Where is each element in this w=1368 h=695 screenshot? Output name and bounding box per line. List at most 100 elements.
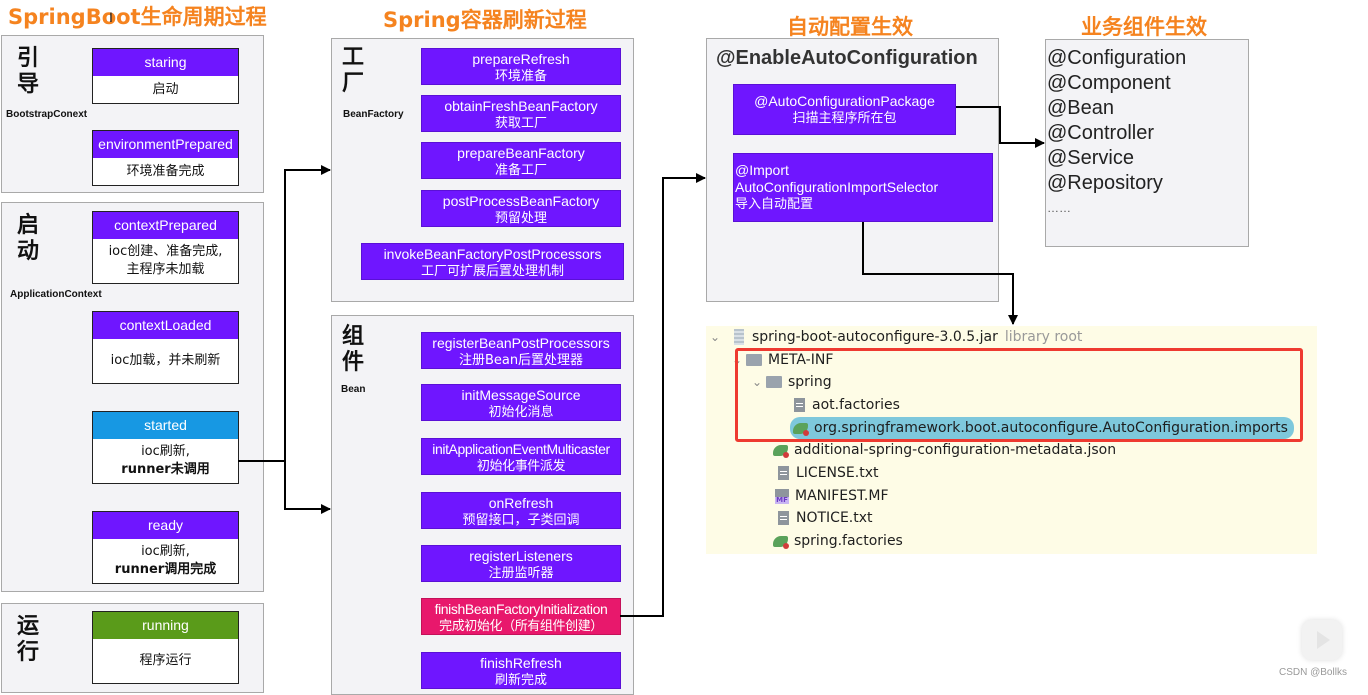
stage-desc: 程序运行 — [93, 639, 238, 683]
desc-line: 环境准备完成 — [126, 163, 205, 179]
step-method: onRefresh — [488, 495, 554, 511]
file-icon — [778, 511, 789, 525]
desc-line: ioc创建、准备完成, — [108, 244, 223, 259]
step-method: initMessageSource — [461, 387, 581, 403]
label-char: 导 — [17, 72, 40, 97]
step-method: invokeBeanFactoryPostProcessors — [383, 246, 602, 262]
factory-panel: 工 厂 BeanFactory prepareRefresh 环境准备 obta… — [331, 38, 634, 302]
bean-panel: 组 件 Bean registerBeanPostProcessors 注册Be… — [331, 315, 634, 695]
tree-item-name: NOTICE.txt — [796, 510, 873, 526]
import-selector-class: AutoConfigurationImportSelector — [735, 179, 939, 195]
chevron-down-icon[interactable]: ⌄ — [710, 326, 724, 348]
step-finish-refresh[interactable]: finishRefresh 刷新完成 — [421, 652, 621, 689]
step-desc: 环境准备 — [494, 69, 547, 84]
step-method: finishBeanFactoryInitialization — [434, 601, 608, 617]
step-method: obtainFreshBeanFactory — [444, 98, 598, 114]
label-char: 组 — [342, 324, 365, 349]
import-desc: 导入自动配置 — [735, 197, 814, 212]
annotation-list: @Configuration @Component @Bean @Control… — [1047, 46, 1186, 221]
stage-desc: ioc创建、准备完成, 主程序未加载 — [93, 239, 238, 283]
stage-started[interactable]: started ioc刷新, runner未调用 — [92, 411, 239, 484]
tree-item-name: additional-spring-configuration-metadata… — [794, 442, 1117, 458]
desc-line: runner调用完成 — [114, 562, 217, 577]
step-desc: 注册Bean后置处理器 — [458, 353, 584, 368]
bean-label: Bean — [341, 384, 366, 395]
stage-desc: ioc刷新, runner调用完成 — [93, 539, 238, 583]
autoconfig-title: 自动配置生效 — [787, 15, 913, 39]
label-char: 厂 — [342, 71, 365, 96]
step-finish-bean-factory-initialization[interactable]: finishBeanFactoryInitialization 完成初始化（所有… — [421, 598, 621, 635]
manifest-icon: MF — [775, 488, 789, 504]
step-desc: 刷新完成 — [494, 673, 547, 688]
tree-item-name: spring.factories — [794, 533, 903, 549]
bean-factory-label: BeanFactory — [343, 109, 404, 120]
enable-auto-configuration-header: @EnableAutoConfiguration — [716, 47, 978, 69]
running-panel: 运 行 running 程序运行 — [1, 603, 264, 693]
step-post-process-bean-factory[interactable]: postProcessBeanFactory 预留处理 — [421, 190, 621, 227]
step-method: registerListeners — [469, 548, 573, 564]
annotation-item: @Service — [1047, 147, 1134, 169]
annotation-item: @Repository — [1047, 172, 1163, 194]
spring-icon — [773, 535, 789, 549]
tree-root[interactable]: ⌄ spring-boot-autoconfigure-3.0.5.jar li… — [710, 326, 1082, 348]
step-method: finishRefresh — [480, 655, 562, 671]
startup-panel: 启 动 ApplicationContext contextPrepared i… — [1, 202, 264, 592]
tree-item-license[interactable]: LICENSE.txt — [778, 462, 878, 484]
stage-ready[interactable]: ready ioc刷新, runner调用完成 — [92, 511, 239, 584]
stage-running[interactable]: running 程序运行 — [92, 611, 239, 684]
step-init-application-event-multicaster[interactable]: initApplicationEventMulticaster 初始化事件派发 — [421, 438, 621, 475]
step-desc: 工厂可扩展后置处理机制 — [420, 264, 564, 279]
stage-name: contextLoaded — [93, 312, 238, 339]
business-title: 业务组件生效 — [1081, 15, 1207, 39]
tree-item-spring-factories[interactable]: spring.factories — [773, 530, 903, 552]
step-desc: 准备工厂 — [494, 163, 547, 178]
step-prepare-bean-factory[interactable]: prepareBeanFactory 准备工厂 — [421, 142, 621, 179]
business-panel: @Configuration @Component @Bean @Control… — [1045, 39, 1249, 247]
lifecycle-title: SpringBoot生命周期过程 — [8, 5, 267, 29]
import-selector-box[interactable]: @Import AutoConfigurationImportSelector … — [733, 153, 993, 222]
stage-environment-prepared[interactable]: environmentPrepared 环境准备完成 — [92, 130, 239, 186]
startup-big-label: 启 动 — [17, 213, 43, 265]
tree-item-name: MANIFEST.MF — [795, 488, 889, 504]
desc-line: 程序运行 — [139, 653, 192, 668]
bootstrap-big-label: 引 导 — [17, 46, 43, 98]
annotation-item: @Controller — [1047, 122, 1155, 144]
tree-item-notice[interactable]: NOTICE.txt — [778, 507, 873, 529]
tree-root-name: spring-boot-autoconfigure-3.0.5.jar — [752, 329, 998, 345]
bootstrap-context-label: BootstrapConext — [6, 109, 88, 120]
text-cursor-icon: I — [109, 9, 113, 25]
step-method: initApplicationEventMulticaster — [432, 441, 610, 457]
step-register-listeners[interactable]: registerListeners 注册监听器 — [421, 545, 621, 582]
step-desc: 获取工厂 — [494, 116, 547, 131]
label-char: 引 — [17, 46, 40, 71]
tree-item-manifest[interactable]: MF MANIFEST.MF — [775, 485, 889, 507]
stage-context-prepared[interactable]: contextPrepared ioc创建、准备完成, 主程序未加载 — [92, 211, 239, 284]
spring-config-icon — [773, 444, 789, 458]
stage-context-loaded[interactable]: contextLoaded ioc加载，并未刷新 — [92, 311, 239, 384]
desc-line: 主程序未加载 — [126, 262, 205, 277]
label-char: 工 — [342, 45, 365, 70]
label-char: 运 — [17, 614, 40, 639]
package-desc: 扫描主程序所在包 — [792, 111, 897, 126]
step-invoke-bean-factory-post-processors[interactable]: invokeBeanFactoryPostProcessors 工厂可扩展后置处… — [361, 243, 624, 280]
step-prepare-refresh[interactable]: prepareRefresh 环境准备 — [421, 48, 621, 85]
step-init-message-source[interactable]: initMessageSource 初始化消息 — [421, 384, 621, 421]
package-annotation: @AutoConfigurationPackage — [754, 93, 935, 109]
label-char: 件 — [342, 350, 365, 375]
annotation-item: @Configuration — [1047, 47, 1187, 69]
stage-staring[interactable]: staring 启动 — [92, 48, 239, 104]
factory-big-label: 工 厂 — [342, 45, 368, 97]
step-desc: 注册监听器 — [488, 566, 554, 581]
step-register-bean-post-processors[interactable]: registerBeanPostProcessors 注册Bean后置处理器 — [421, 332, 621, 369]
refresh-title: Spring容器刷新过程 — [383, 8, 587, 32]
auto-configuration-package-box[interactable]: @AutoConfigurationPackage 扫描主程序所在包 — [733, 84, 956, 135]
jar-icon — [734, 329, 744, 345]
tree-item-additional-metadata[interactable]: additional-spring-configuration-metadata… — [773, 439, 1116, 461]
annotation-item: @Bean — [1047, 97, 1115, 119]
highlight-box — [735, 348, 1303, 442]
step-desc: 初始化消息 — [488, 405, 554, 420]
stage-name: contextPrepared — [93, 212, 238, 239]
step-obtain-fresh-bean-factory[interactable]: obtainFreshBeanFactory 获取工厂 — [421, 95, 621, 132]
step-on-refresh[interactable]: onRefresh 预留接口，子类回调 — [421, 492, 621, 529]
video-play-icon[interactable] — [1302, 620, 1342, 660]
